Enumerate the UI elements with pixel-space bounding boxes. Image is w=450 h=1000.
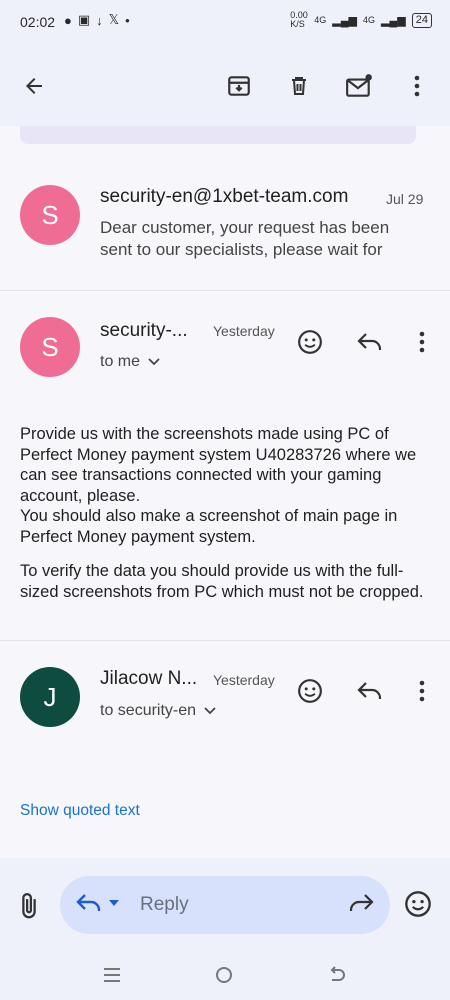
avatar: J bbox=[20, 667, 80, 727]
sender-name: Jilacow N... bbox=[100, 668, 198, 689]
x-app-icon: 𝕏 bbox=[108, 12, 120, 27]
archive-button[interactable] bbox=[219, 66, 259, 106]
battery-indicator: 24 bbox=[411, 12, 432, 28]
signal-2: 4G bbox=[363, 15, 376, 25]
reply-input[interactable]: Reply bbox=[60, 876, 390, 934]
back-arrow-icon bbox=[26, 78, 42, 94]
chevron-down-icon bbox=[204, 707, 216, 715]
emoji-icon bbox=[405, 891, 431, 917]
notification-icons: ● ▣ ↓ 𝕏 • bbox=[64, 12, 130, 28]
forward-icon bbox=[349, 894, 374, 911]
avatar: S bbox=[20, 317, 80, 377]
react-button[interactable] bbox=[292, 673, 328, 709]
system-nav-bar bbox=[0, 966, 450, 1000]
previous-message-card bbox=[20, 126, 416, 144]
system-indicators: 0.00 K/S 4G ▂▄▆ 4G ▂▄▆ 24 bbox=[290, 11, 432, 29]
reply-icon bbox=[76, 894, 101, 911]
signal-bars-icon: ▂▄▆ bbox=[332, 14, 358, 27]
body-paragraph: To verify the data you should provide us… bbox=[20, 562, 424, 601]
attach-icon bbox=[22, 893, 36, 919]
app-notification-icon: ▣ bbox=[77, 12, 91, 27]
reply-mode-dropdown[interactable] bbox=[76, 893, 120, 913]
home-icon[interactable] bbox=[215, 966, 233, 984]
signal-bars-icon-2: ▂▄▆ bbox=[381, 14, 406, 27]
message-body: Provide us with the screenshots made usi… bbox=[20, 424, 435, 616]
status-bar: 02:02 ● ▣ ↓ 𝕏 • 0.00 K/S 4G ▂▄▆ 4G ▂▄▆ 2… bbox=[0, 0, 450, 44]
expanded-message: J Jilacow N... Yesterday to security-en bbox=[0, 641, 450, 791]
message-snippet: Dear customer, your request has been sen… bbox=[100, 218, 390, 259]
more-vert-icon bbox=[419, 680, 425, 702]
emoji-button[interactable] bbox=[404, 890, 432, 923]
react-button[interactable] bbox=[292, 324, 328, 360]
message-date: Yesterday bbox=[213, 672, 275, 688]
message-more-button[interactable] bbox=[404, 324, 440, 360]
back-button[interactable] bbox=[14, 66, 54, 106]
recipient-label: to me bbox=[100, 353, 141, 370]
body-line: Provide us with the screenshots made usi… bbox=[20, 425, 417, 505]
compose-bar: Reply bbox=[0, 858, 450, 1000]
avatar: S bbox=[20, 185, 80, 245]
back-nav-icon[interactable] bbox=[328, 966, 346, 984]
reply-icon bbox=[357, 682, 382, 699]
dot-icon: • bbox=[125, 12, 130, 28]
reply-icon bbox=[357, 333, 382, 350]
net-speed: 0.00 K/S bbox=[290, 10, 308, 29]
download-icon: ↓ bbox=[96, 12, 103, 28]
mark-unread-icon bbox=[346, 74, 372, 97]
chevron-down-icon bbox=[148, 358, 160, 366]
recent-apps-icon[interactable] bbox=[103, 967, 121, 983]
recipient-label: to security-en bbox=[100, 702, 197, 719]
forward-button[interactable] bbox=[348, 893, 374, 918]
collapsed-message[interactable]: S security-en@1xbet-team.com Jul 29 Dear… bbox=[0, 160, 450, 290]
reply-placeholder: Reply bbox=[140, 894, 189, 915]
recipient-toggle[interactable]: to me bbox=[100, 353, 160, 371]
delete-icon bbox=[292, 77, 306, 95]
emoji-icon bbox=[298, 330, 322, 354]
dropdown-arrow-icon bbox=[109, 900, 119, 906]
reply-button[interactable] bbox=[352, 324, 388, 360]
chat-notification-icon: ● bbox=[64, 12, 72, 28]
body-paragraph: Provide us with the screenshots made usi… bbox=[20, 424, 435, 547]
more-vert-icon bbox=[419, 331, 425, 353]
signal-1: 4G bbox=[314, 15, 327, 25]
sender-name: security-... bbox=[100, 320, 188, 341]
show-quoted-text-link[interactable]: Show quoted text bbox=[20, 802, 140, 820]
recipient-toggle[interactable]: to security-en bbox=[100, 702, 216, 720]
body-line: You should also make a screenshot of mai… bbox=[20, 507, 398, 546]
attach-button[interactable] bbox=[14, 891, 44, 921]
emoji-icon bbox=[298, 679, 322, 703]
more-vert-icon bbox=[414, 75, 420, 97]
message-more-button[interactable] bbox=[404, 673, 440, 709]
sender-name: security-en@1xbet-team.com bbox=[100, 186, 349, 207]
top-toolbar bbox=[0, 44, 450, 126]
delete-button[interactable] bbox=[279, 66, 319, 106]
more-options-button[interactable] bbox=[397, 66, 437, 106]
reply-button[interactable] bbox=[352, 673, 388, 709]
archive-icon bbox=[228, 76, 250, 96]
status-time: 02:02 bbox=[20, 14, 56, 30]
message-date: Yesterday bbox=[213, 323, 275, 339]
message-date: Jul 29 bbox=[386, 191, 424, 207]
mark-unread-button[interactable] bbox=[339, 66, 379, 106]
